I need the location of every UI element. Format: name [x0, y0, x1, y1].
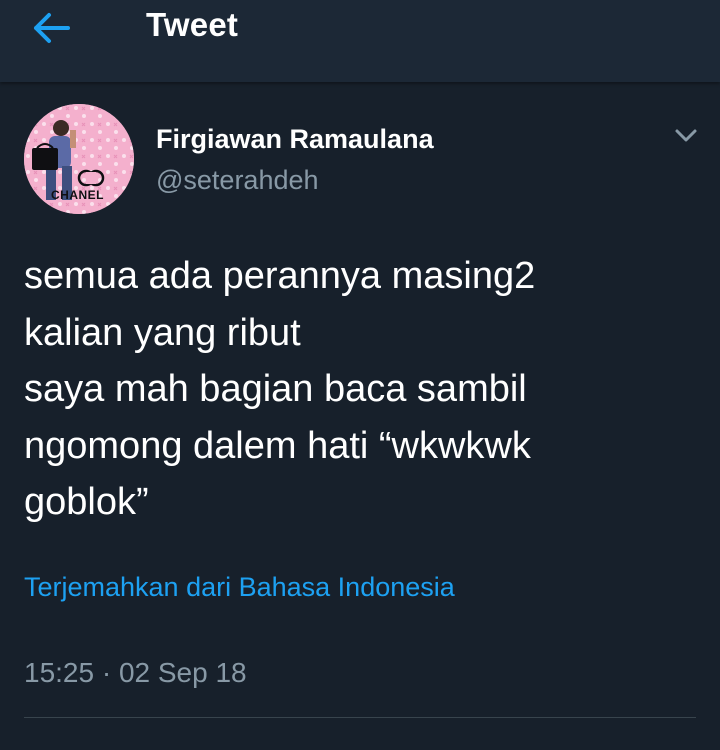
back-button[interactable] [32, 8, 82, 48]
page-title: Tweet [146, 6, 239, 43]
tweet-timestamp: 15:25 · 02 Sep 18 [24, 657, 247, 688]
tweet-text: semua ada perannya masing2 kalian yang r… [24, 255, 536, 523]
avatar-brand-text: CHANEL [51, 188, 104, 202]
translate-link[interactable]: Terjemahkan dari Bahasa Indonesia [24, 572, 455, 603]
divider [24, 717, 696, 718]
chevron-down-icon [675, 129, 697, 142]
avatar[interactable]: CHANEL [24, 104, 134, 214]
author-handle[interactable]: @seterahdeh [156, 165, 319, 196]
more-options-button[interactable] [672, 124, 700, 148]
arrow-left-icon [34, 13, 70, 43]
author-name[interactable]: Firgiawan Ramaulana [156, 124, 434, 155]
top-app-bar: Tweet [0, 0, 720, 82]
